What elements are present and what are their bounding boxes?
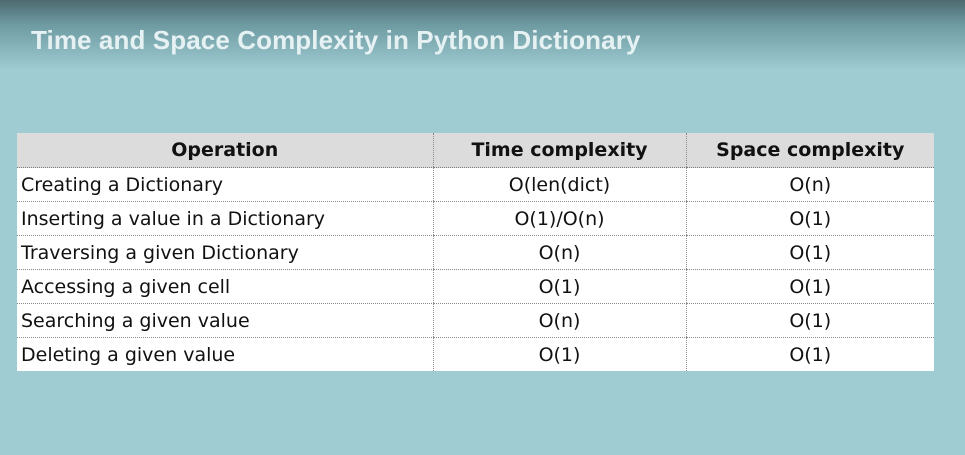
table-row: Accessing a given cell O(1) O(1) (17, 269, 934, 304)
space-complexity-cell: O(n) (685, 167, 934, 202)
operation-cell: Traversing a given Dictionary (17, 235, 433, 270)
space-complexity-cell: O(1) (685, 303, 934, 338)
table-row: Searching a given value O(n) O(1) (17, 303, 934, 338)
time-complexity-cell: O(n) (432, 235, 686, 270)
table-row: Traversing a given Dictionary O(n) O(1) (17, 235, 934, 270)
complexity-table: Operation Time complexity Space complexi… (17, 133, 934, 371)
time-complexity-cell: O(len(dict) (432, 167, 686, 202)
time-complexity-cell: O(1) (432, 269, 686, 304)
header-time-complexity: Time complexity (432, 133, 686, 168)
space-complexity-cell: O(1) (685, 201, 934, 236)
table-row: Creating a Dictionary O(len(dict) O(n) (17, 167, 934, 202)
time-complexity-cell: O(1) (432, 337, 686, 371)
complexity-table-container: Operation Time complexity Space complexi… (17, 133, 934, 371)
time-complexity-cell: O(n) (432, 303, 686, 338)
table-row: Inserting a value in a Dictionary O(1)/O… (17, 201, 934, 236)
operation-cell: Inserting a value in a Dictionary (17, 201, 433, 236)
operation-cell: Deleting a given value (21, 343, 236, 366)
operation-cell: Creating a Dictionary (17, 167, 433, 202)
slide-title: Time and Space Complexity in Python Dict… (31, 25, 641, 55)
table-row: Deleting a given value O(1) O(1) (17, 337, 934, 371)
operation-cell: Searching a given value (17, 303, 433, 338)
header-row: Operation Time complexity Space complexi… (17, 133, 934, 168)
space-complexity-cell: O(1) (685, 269, 934, 304)
space-complexity-cell: O(1) (685, 337, 934, 371)
operation-cell: Accessing a given cell (17, 269, 433, 304)
time-complexity-cell: O(1)/O(n) (432, 201, 686, 236)
header-space-complexity: Space complexity (685, 133, 934, 168)
header-operation: Operation (17, 133, 433, 168)
space-complexity-cell: O(1) (685, 235, 934, 270)
